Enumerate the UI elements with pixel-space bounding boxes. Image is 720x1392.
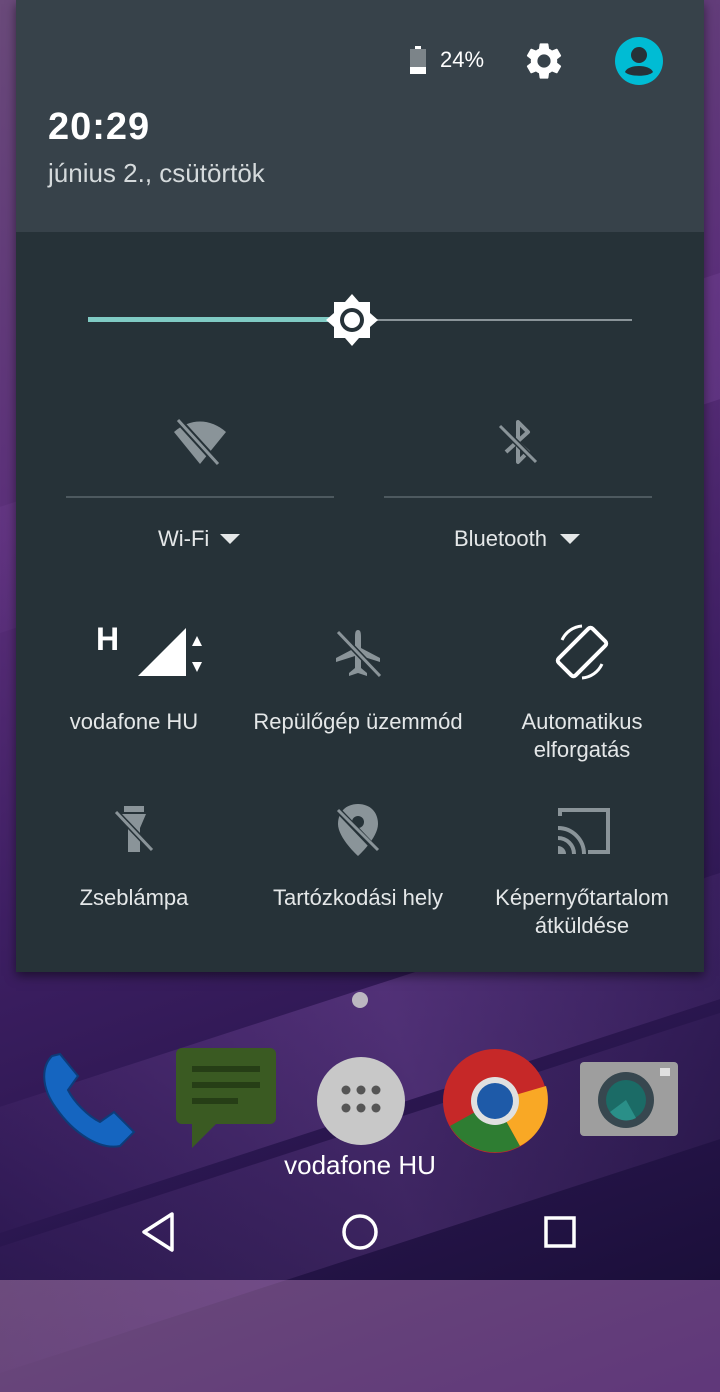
auto-rotate-label-line2: elforgatás bbox=[533, 737, 631, 762]
battery-icon bbox=[410, 46, 426, 74]
location-label[interactable]: Tartózkodási hely bbox=[243, 884, 473, 912]
airplane-label[interactable]: Repülőgép üzemmód bbox=[243, 708, 473, 736]
brightness-icon[interactable] bbox=[324, 292, 380, 348]
auto-rotate-icon[interactable] bbox=[552, 622, 612, 682]
date: június 2., csütörtök bbox=[48, 158, 265, 188]
back-icon[interactable] bbox=[134, 1206, 186, 1258]
chrome-icon[interactable] bbox=[440, 1046, 550, 1156]
location-off-icon[interactable] bbox=[328, 800, 388, 860]
cellular-label[interactable]: vodafone HU bbox=[19, 708, 249, 736]
battery-percentage: 24% bbox=[440, 47, 485, 72]
home-icon[interactable] bbox=[334, 1206, 386, 1258]
home-carrier-label: vodafone HU bbox=[284, 1150, 436, 1180]
flashlight-off-icon[interactable] bbox=[104, 800, 164, 860]
flashlight-label[interactable]: Zseblámpa bbox=[19, 884, 249, 912]
auto-rotate-label-line1: Automatikus bbox=[521, 709, 643, 734]
recents-icon[interactable] bbox=[534, 1206, 586, 1258]
auto-rotate-label[interactable]: Automatikus elforgatás bbox=[467, 708, 697, 764]
page-indicator-dot bbox=[352, 992, 368, 1008]
chevron-down-icon[interactable] bbox=[220, 534, 240, 544]
gear-icon[interactable] bbox=[522, 39, 566, 83]
cast-label[interactable]: Képernyőtartalom átküldése bbox=[467, 884, 697, 940]
cast-icon[interactable] bbox=[552, 802, 612, 862]
bluetooth-label[interactable]: Bluetooth bbox=[454, 526, 547, 552]
svg-text:H: H bbox=[96, 621, 119, 657]
wifi-label[interactable]: Wi-Fi bbox=[158, 526, 209, 552]
user-avatar-icon[interactable] bbox=[614, 36, 664, 86]
bluetooth-divider bbox=[384, 496, 652, 498]
brightness-slider-track[interactable] bbox=[350, 319, 632, 321]
chevron-down-icon[interactable] bbox=[560, 534, 580, 544]
wifi-divider bbox=[66, 496, 334, 498]
cellular-signal-icon[interactable]: H bbox=[96, 620, 216, 680]
messages-icon[interactable] bbox=[172, 1044, 282, 1154]
quick-settings-panel: 24% 20:29 június 2., csütörtök Wi-Fi Blu… bbox=[16, 0, 704, 972]
brightness-slider-fill[interactable] bbox=[88, 317, 350, 322]
clock: 20:29 bbox=[48, 106, 151, 148]
phone-icon[interactable] bbox=[34, 1046, 144, 1156]
app-drawer-icon[interactable] bbox=[306, 1046, 416, 1156]
wifi-off-icon[interactable] bbox=[170, 412, 230, 472]
cast-label-line1: Képernyőtartalom bbox=[495, 885, 669, 910]
cast-label-line2: átküldése bbox=[534, 913, 630, 938]
bluetooth-off-icon[interactable] bbox=[488, 414, 548, 474]
airplane-off-icon[interactable] bbox=[328, 624, 388, 684]
camera-icon[interactable] bbox=[574, 1046, 684, 1156]
panel-header: 24% 20:29 június 2., csütörtök bbox=[16, 0, 704, 232]
